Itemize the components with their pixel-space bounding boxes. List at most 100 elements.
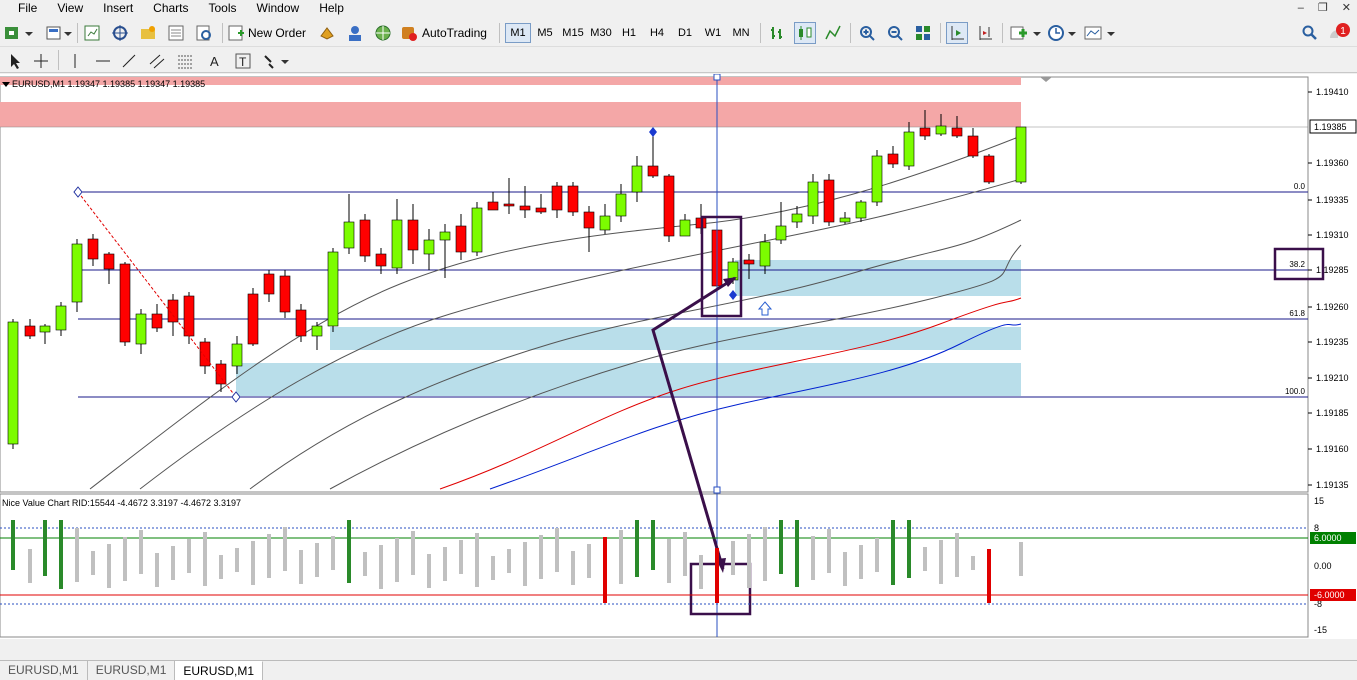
tab-eurusd-2[interactable]: EURUSD,M1 — [88, 661, 176, 680]
indicator-scale-label: 0.00 — [1314, 561, 1332, 571]
zoom-out-button[interactable] — [884, 22, 906, 44]
restore-button[interactable]: ❐ — [1318, 0, 1328, 17]
templates-button[interactable] — [1082, 22, 1118, 44]
candle-body — [7, 321, 19, 445]
timeframe-m5[interactable]: M5 — [532, 23, 558, 43]
menu-file[interactable]: File — [0, 0, 47, 17]
candle-body — [487, 201, 499, 211]
new-chart-button[interactable] — [2, 22, 42, 44]
current-price-label: 1.19385 — [1314, 122, 1347, 132]
line-chart-button[interactable] — [822, 22, 844, 44]
candle-body — [759, 241, 771, 267]
price-axis-label: 1.19260 — [1316, 302, 1349, 312]
timeframe-m15[interactable]: M15 — [560, 23, 586, 43]
menu-window[interactable]: Window — [247, 0, 310, 17]
arrows-tool[interactable] — [260, 50, 290, 72]
candle-body — [599, 215, 611, 231]
candle-body — [24, 325, 36, 337]
candle-body — [823, 179, 835, 223]
bar-chart-button[interactable] — [766, 22, 788, 44]
text-label-icon: T — [235, 53, 251, 69]
data-window-button[interactable] — [138, 22, 158, 44]
resistance-zone — [0, 102, 1021, 127]
community-button[interactable] — [372, 22, 394, 44]
notifications-button[interactable]: 1 — [1326, 22, 1354, 44]
autotrading-icon — [402, 27, 417, 41]
price-axis-label: 1.19310 — [1316, 230, 1349, 240]
price-axis-label: 1.19410 — [1316, 87, 1349, 97]
magnifier-doc-icon — [196, 25, 211, 41]
candle-body — [631, 165, 643, 193]
trendline-tool[interactable] — [118, 50, 140, 72]
chart-window[interactable]: 0.0 38.2 61.8 100.0 1.19410 1.19360 1.19335 1.1… — [0, 73, 1357, 653]
tile-windows-icon — [916, 26, 930, 40]
experts-button[interactable] — [316, 22, 338, 44]
candlestick-button[interactable] — [794, 22, 816, 44]
tab-eurusd-3[interactable]: EURUSD,M1 — [175, 661, 264, 680]
new-order-button[interactable]: New Order — [228, 22, 310, 44]
candle-body — [535, 207, 547, 213]
auto-scroll-button[interactable] — [946, 22, 968, 44]
tab-eurusd-1[interactable]: EURUSD,M1 — [0, 661, 88, 680]
candle-body — [311, 325, 323, 337]
timeframe-h1[interactable]: H1 — [616, 23, 642, 43]
candle-body — [359, 219, 371, 257]
status-strip — [0, 639, 1357, 660]
chart-shift-icon — [979, 26, 992, 40]
arrows-icon — [264, 55, 289, 69]
auto-scroll-icon — [951, 26, 964, 40]
fib-level-label: 0.0 — [1294, 182, 1306, 191]
candle-body — [231, 343, 243, 367]
periods-button[interactable] — [1046, 22, 1078, 44]
profiles-icon — [46, 26, 72, 40]
text-tool[interactable]: A — [204, 50, 226, 72]
fibonacci-tool[interactable] — [174, 50, 196, 72]
horizontal-line-tool[interactable] — [92, 50, 114, 72]
timeframe-mn[interactable]: MN — [728, 23, 754, 43]
candle-body — [295, 309, 307, 337]
signals-button[interactable] — [344, 22, 366, 44]
demand-zone — [330, 327, 1021, 350]
timeframe-h4[interactable]: H4 — [644, 23, 670, 43]
menu-insert[interactable]: Insert — [93, 0, 143, 17]
cursor-tool[interactable] — [4, 50, 26, 72]
channel-tool[interactable] — [146, 50, 168, 72]
market-watch-button[interactable] — [82, 22, 102, 44]
strategy-tester-button[interactable] — [194, 22, 214, 44]
candle-body — [855, 201, 867, 219]
zoom-in-button[interactable] — [856, 22, 878, 44]
menu-tools[interactable]: Tools — [199, 0, 247, 17]
indicators-button[interactable] — [1008, 22, 1044, 44]
timeframe-m1[interactable]: M1 — [505, 23, 531, 43]
autotrading-button[interactable]: AutoTrading — [400, 22, 492, 44]
close-button[interactable]: ✕ — [1342, 0, 1351, 17]
candle-body — [71, 243, 83, 303]
text-label-tool[interactable]: T — [232, 50, 254, 72]
candle-body — [407, 219, 419, 251]
candlestick-icon — [799, 26, 812, 40]
crosshair-tool[interactable] — [30, 50, 52, 72]
chart-shift-button[interactable] — [974, 22, 996, 44]
tile-windows-button[interactable] — [912, 22, 934, 44]
candle-body — [503, 203, 515, 207]
minimize-button[interactable]: – — [1298, 0, 1304, 17]
candle-body — [55, 305, 67, 331]
terminal-button[interactable] — [166, 22, 186, 44]
menu-help[interactable]: Help — [309, 0, 354, 17]
timeframe-m30[interactable]: M30 — [588, 23, 614, 43]
new-order-label: New Order — [248, 26, 307, 40]
cursor-arrow-icon — [11, 54, 20, 69]
search-button[interactable] — [1298, 22, 1320, 44]
zoom-out-icon — [888, 26, 903, 41]
profiles-button[interactable] — [44, 22, 74, 44]
chart-canvas[interactable]: 0.0 38.2 61.8 100.0 1.19410 1.19360 1.19335 1.1… — [0, 73, 1357, 653]
menu-charts[interactable]: Charts — [143, 0, 198, 17]
timeframe-d1[interactable]: D1 — [672, 23, 698, 43]
menu-view[interactable]: View — [47, 0, 93, 17]
vertical-line-tool[interactable] — [64, 50, 86, 72]
timeframe-w1[interactable]: W1 — [700, 23, 726, 43]
candle-body — [1015, 126, 1027, 183]
text-a-icon: A — [210, 54, 219, 69]
candle-body — [87, 238, 99, 260]
navigator-button[interactable] — [110, 22, 130, 44]
